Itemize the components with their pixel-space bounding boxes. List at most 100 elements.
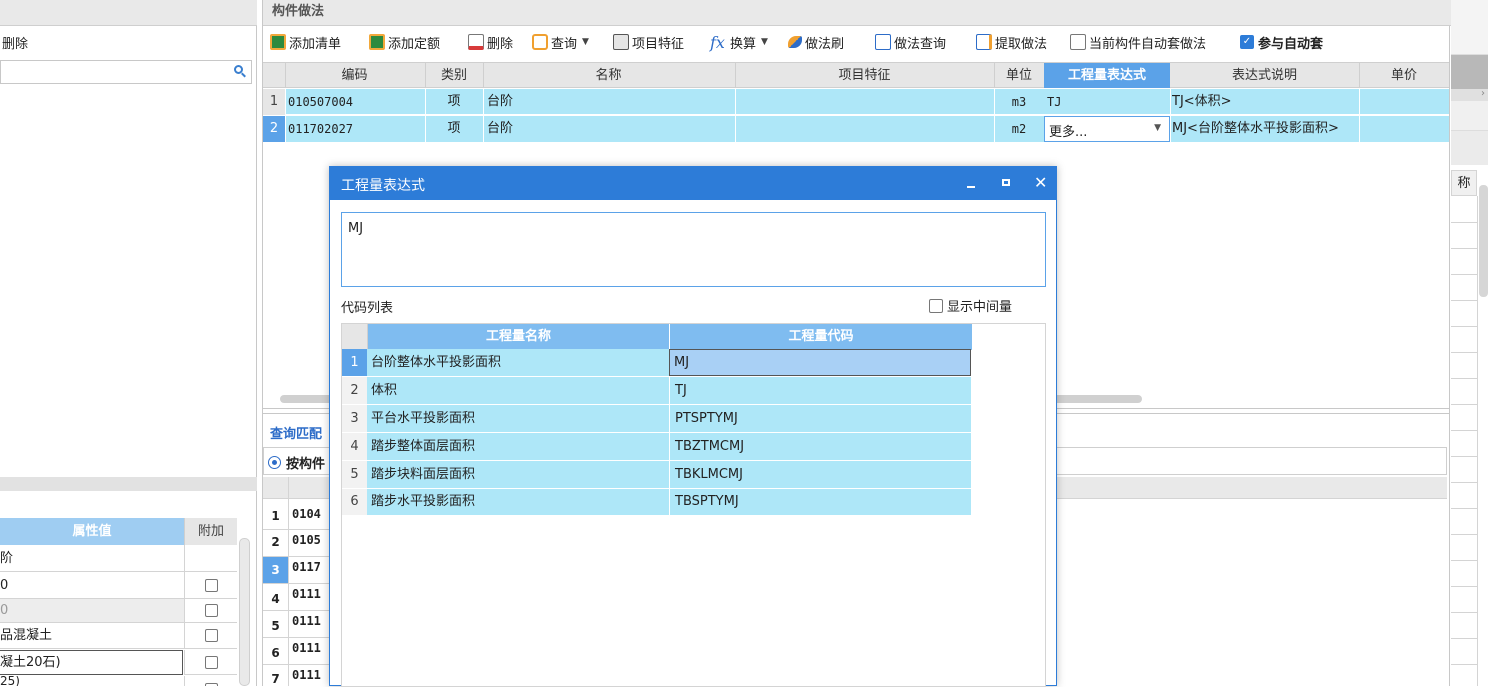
col-header-expression[interactable]: 工程量表达式 xyxy=(1044,63,1170,88)
dropdown-value: 更多... xyxy=(1049,125,1088,140)
attr-row-extra xyxy=(184,650,237,675)
row-number: 1 xyxy=(263,89,285,115)
code-row-separator xyxy=(342,432,971,433)
right-panel: › 称 xyxy=(1451,0,1488,686)
query-row-code: 0117 xyxy=(292,560,321,574)
chevron-down-icon[interactable]: ▼ xyxy=(582,37,589,47)
right-grid-line xyxy=(1451,404,1477,405)
row-type: 项 xyxy=(447,121,461,136)
row-name: 台阶 xyxy=(487,94,514,109)
row-divider xyxy=(994,89,995,142)
query-row-number: 2 xyxy=(271,535,280,549)
chevron-down-icon[interactable]: ▼ xyxy=(761,37,768,47)
attr-row-value[interactable]: 凝土20石) xyxy=(0,650,183,675)
row-expr-desc: TJ<体积> xyxy=(1172,94,1232,109)
col-header-price[interactable]: 单价 xyxy=(1359,63,1449,88)
col-header-quantity-code[interactable]: 工程量代码 xyxy=(670,324,972,350)
attr-row-value: 0 xyxy=(0,572,184,599)
expression-input[interactable]: MJ xyxy=(341,212,1046,287)
attr-header-value: 属性值 xyxy=(0,518,184,545)
delete-button[interactable]: 删除 xyxy=(468,31,513,53)
add-quota-button[interactable]: 添加定额 xyxy=(369,31,440,53)
attr-row-value: 阶 xyxy=(0,545,184,572)
query-row-code: 0105 xyxy=(292,533,321,547)
header-divider xyxy=(285,63,286,88)
code-row-name: 平台水平投影面积 xyxy=(367,405,669,432)
attr-header-extra: 附加 xyxy=(184,518,237,545)
right-tab-strip: › xyxy=(1451,89,1488,101)
query-row-number: 1 xyxy=(271,509,280,523)
expression-dropdown[interactable]: 更多... ▼ xyxy=(1044,116,1170,142)
attr-row-value: 25) xyxy=(0,676,20,686)
query-row-number: 4 xyxy=(271,592,280,606)
query-button[interactable]: 查询 ▼ xyxy=(532,31,589,53)
code-row-name: 踏步块料面层面积 xyxy=(367,461,669,488)
col-header-unit[interactable]: 单位 xyxy=(994,63,1044,88)
query-row-code: 0111 xyxy=(292,614,321,628)
code-row-number: 1 xyxy=(342,349,367,376)
attr-row-extra xyxy=(184,676,237,686)
code-row-code: PTSPTYMJ xyxy=(669,405,971,432)
attr-row-extra xyxy=(184,572,237,599)
right-grid-line xyxy=(1451,612,1477,613)
header-divider xyxy=(425,63,426,88)
col-header-feature[interactable]: 项目特征 xyxy=(735,63,994,88)
right-grid-line xyxy=(1451,274,1477,275)
right-grid-line xyxy=(1451,300,1477,301)
col-header-name[interactable]: 名称 xyxy=(483,63,734,88)
chevron-down-icon[interactable]: ▼ xyxy=(1154,123,1161,133)
checkbox-icon xyxy=(929,298,943,313)
row-divider xyxy=(1170,89,1171,142)
query-row-code: 0111 xyxy=(292,587,321,601)
query-row-number: 5 xyxy=(271,619,280,633)
row-expression[interactable]: TJ xyxy=(1047,89,1169,115)
brush-icon xyxy=(788,36,802,48)
col-header-code[interactable]: 编码 xyxy=(285,63,424,88)
code-row-number: 3 xyxy=(342,405,367,432)
extra-checkbox[interactable] xyxy=(204,629,218,642)
right-grid-line xyxy=(1451,534,1477,535)
attr-row-value: 0 xyxy=(0,599,184,623)
method-brush-button[interactable]: 做法刷 xyxy=(788,31,844,53)
right-grid-line xyxy=(1451,508,1477,509)
query-row-number: 7 xyxy=(271,672,280,686)
minimize-icon[interactable] xyxy=(967,186,975,188)
code-row-code: TJ xyxy=(669,377,971,404)
attr-scrollbar[interactable] xyxy=(239,538,250,686)
right-scrollbar[interactable] xyxy=(1479,185,1488,297)
method-query-button[interactable]: 做法查询 xyxy=(875,31,946,53)
code-row-name: 体积 xyxy=(367,377,669,404)
col-header-type[interactable]: 类别 xyxy=(425,63,483,88)
by-component-radio[interactable]: 按构件 xyxy=(268,453,325,472)
col-header-expr-desc[interactable]: 表达式说明 xyxy=(1170,63,1359,88)
checkbox-checked-icon[interactable]: ✓ xyxy=(1240,35,1254,49)
row-feature xyxy=(737,89,992,115)
right-grid-line xyxy=(1451,326,1477,327)
extra-checkbox[interactable] xyxy=(204,579,218,592)
row-unit: m2 xyxy=(1011,122,1027,136)
query-row-number: 3 xyxy=(263,557,288,583)
feature-button[interactable]: 项目特征 xyxy=(613,31,684,53)
left-search-input[interactable] xyxy=(0,60,252,84)
convert-button[interactable]: fx 换算 ▼ xyxy=(710,31,768,53)
right-grid-line xyxy=(1451,222,1477,223)
col-header-quantity-name[interactable]: 工程量名称 xyxy=(368,324,670,350)
join-auto-apply-checkbox[interactable]: ✓ 参与自动套 xyxy=(1240,31,1323,53)
attr-row-value: 品混凝土 xyxy=(0,623,184,649)
close-icon[interactable]: ✕ xyxy=(1034,173,1047,192)
left-delete-button[interactable]: 删除 xyxy=(2,33,28,52)
right-grid-line xyxy=(1451,560,1477,561)
right-grid-line xyxy=(1451,430,1477,431)
show-intermediate-checkbox[interactable]: 显示中间量 xyxy=(929,296,1012,315)
add-list-button[interactable]: 添加清单 xyxy=(270,31,341,53)
maximize-icon[interactable] xyxy=(1002,179,1010,186)
row-code: 010507004 xyxy=(288,95,354,109)
extract-method-button[interactable]: 提取做法 xyxy=(976,31,1047,53)
method-query-icon xyxy=(875,34,891,50)
auto-apply-button[interactable]: 当前构件自动套做法 xyxy=(1070,31,1206,53)
dialog-title-bar[interactable]: 工程量表达式 ✕ xyxy=(330,167,1056,200)
extract-icon xyxy=(976,34,992,50)
extra-checkbox[interactable] xyxy=(204,604,218,617)
extra-checkbox[interactable] xyxy=(204,656,218,669)
query-tab[interactable]: 查询匹配 xyxy=(270,423,322,442)
